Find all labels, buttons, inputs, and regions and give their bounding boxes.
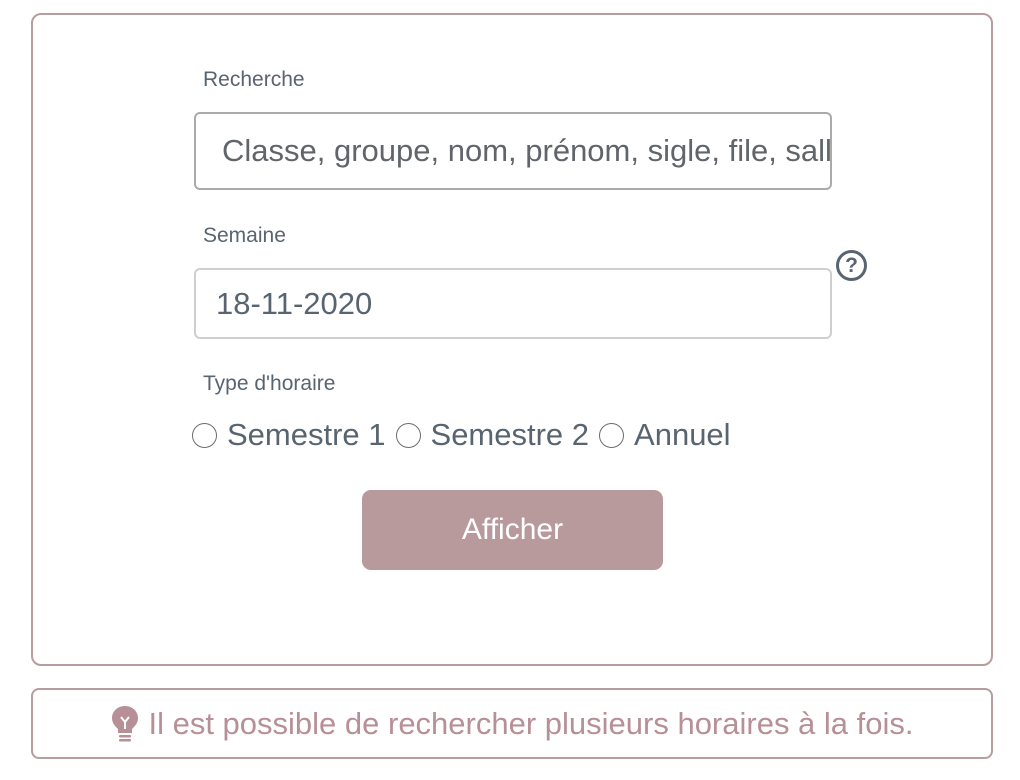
radio-button[interactable] (395, 422, 421, 448)
week-date-input[interactable] (194, 268, 832, 339)
lightbulb-icon (110, 704, 140, 744)
tip-text: Il est possible de rechercher plusieurs … (148, 705, 914, 741)
search-form-panel: Recherche Semaine ? Type d'horaire Semes… (31, 13, 993, 666)
radio-label-semestre-2[interactable]: Semestre 2 (431, 417, 590, 453)
tip-box: Il est possible de rechercher plusieurs … (31, 688, 993, 759)
schedule-type-label: Type d'horaire (203, 372, 336, 395)
radio-button[interactable] (599, 422, 625, 448)
radio-semestre-1[interactable]: Semestre 1 (192, 417, 396, 453)
radio-label-annuel[interactable]: Annuel (634, 417, 731, 453)
radio-annuel[interactable]: Annuel (599, 417, 741, 453)
afficher-button[interactable]: Afficher (362, 490, 663, 570)
search-input[interactable] (194, 112, 832, 190)
radio-semestre-2[interactable]: Semestre 2 (395, 417, 600, 453)
search-label: Recherche (203, 68, 305, 91)
schedule-type-radio-group: Semestre 1 Semestre 2 Annuel (192, 413, 741, 457)
week-label: Semaine (203, 224, 286, 247)
radio-button[interactable] (192, 422, 217, 448)
radio-label-semestre-1[interactable]: Semestre 1 (227, 417, 386, 453)
question-circle-icon[interactable]: ? (836, 250, 867, 281)
